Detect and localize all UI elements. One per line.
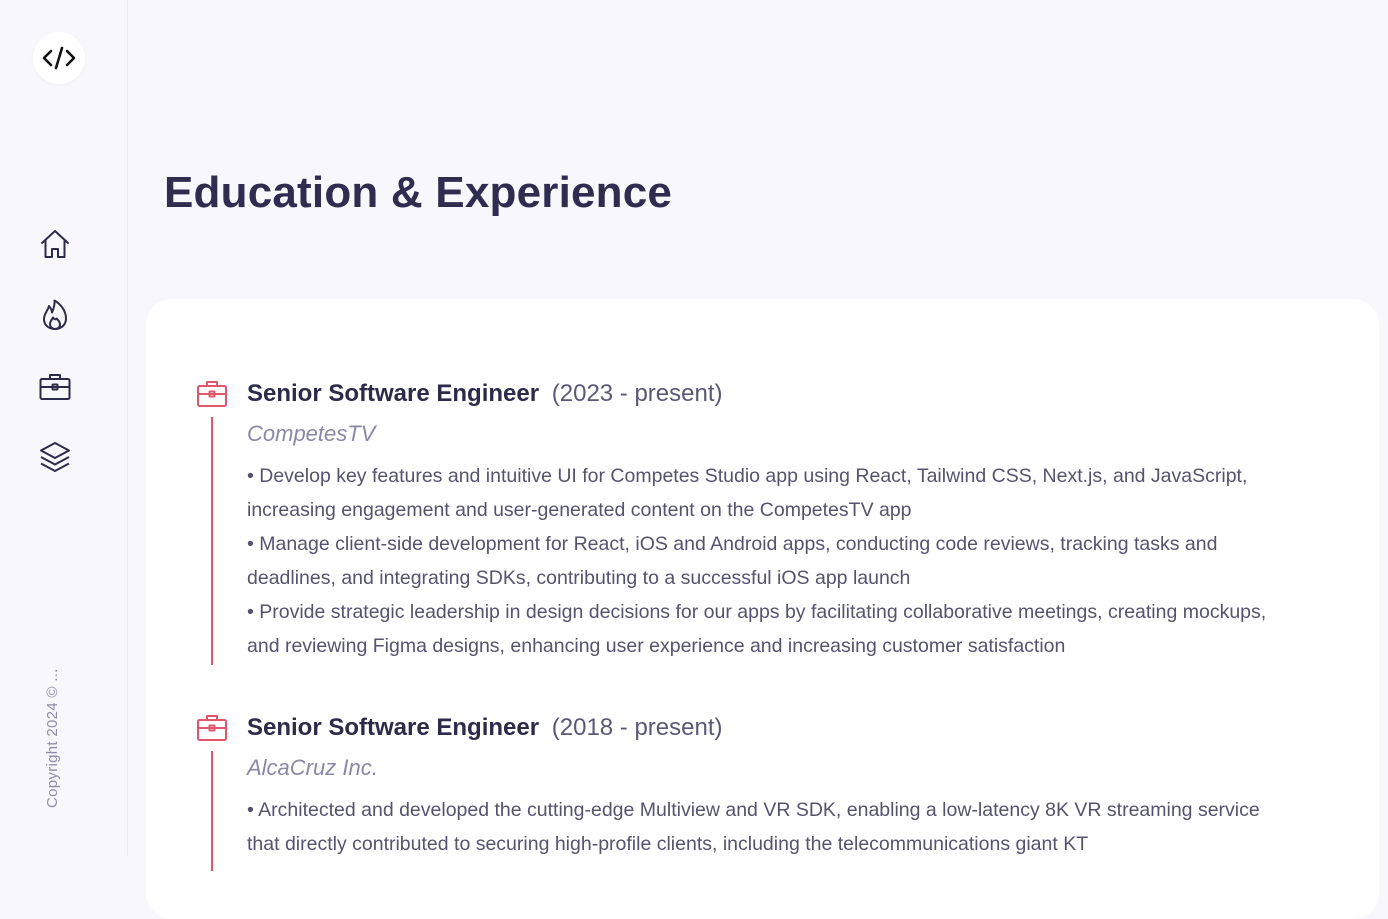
page-title: Education & Experience [164,168,673,217]
copyright-text: Copyright 2024 © ... [44,668,61,808]
company-name: AlcaCruz Inc. [247,755,378,780]
role-period: (2018 - present) [551,714,723,741]
bullet-item: • Manage client-side development for Rea… [247,533,1218,589]
code-brackets-icon [42,46,76,70]
flame-icon [43,299,67,330]
bullet-item: • Architected and developed the cutting-… [247,799,1260,855]
experience-card: Senior Software Engineer (2023 - present… [146,299,1379,919]
main-content: Education & Experience Senior Software E… [128,0,1388,919]
entry-heading: Senior Software Engineer (2023 - present… [247,379,723,409]
bullet-list: • Architected and developed the cutting-… [247,793,1287,861]
home-icon [41,230,69,258]
timeline-line [211,417,213,665]
briefcase-icon [197,381,227,407]
nav-flame[interactable] [38,298,72,332]
sidebar: Copyright 2024 © ... [0,0,128,856]
logo[interactable] [33,32,85,84]
role-period: (2023 - present) [551,380,723,407]
bullet-list: • Develop key features and intuitive UI … [247,459,1287,663]
role-title: Senior Software Engineer [247,714,540,741]
nav-layers[interactable] [38,440,72,474]
company-name: CompetesTV [247,421,376,446]
nav-home[interactable] [38,227,72,261]
briefcase-icon [197,715,227,741]
layers-icon [40,442,70,472]
entry-heading: Senior Software Engineer (2018 - present… [247,713,723,743]
briefcase-icon [39,374,71,400]
timeline-line [211,751,213,871]
nav-briefcase[interactable] [38,370,72,404]
bullet-item: • Develop key features and intuitive UI … [247,465,1248,521]
bullet-item: • Provide strategic leadership in design… [247,601,1267,657]
role-title: Senior Software Engineer [247,380,540,407]
